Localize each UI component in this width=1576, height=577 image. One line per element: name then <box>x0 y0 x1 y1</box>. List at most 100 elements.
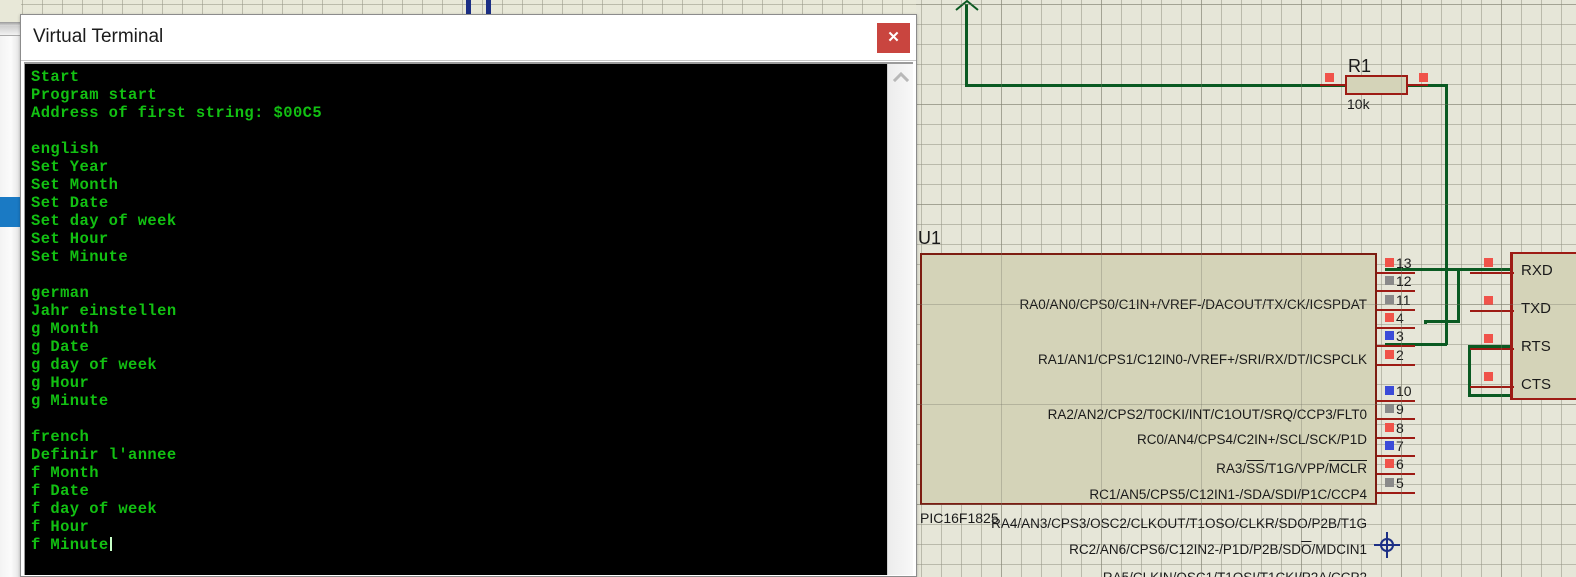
pin-number-10: 10 <box>1396 383 1412 399</box>
resistor-r1-right-lead <box>1408 84 1428 86</box>
left-dock-header <box>0 0 21 22</box>
terminal-line: Program start <box>31 86 158 104</box>
terminal-frame: Start Program start Address of first strin… <box>24 62 913 575</box>
terminal-line: english <box>31 140 99 158</box>
virtual-terminal-window[interactable]: Virtual Terminal ✕ Start Program start Add… <box>20 14 917 577</box>
terminal-screen[interactable]: Start Program start Address of first strin… <box>25 64 887 575</box>
ic-u1-reference: U1 <box>918 228 942 248</box>
left-dock-selected-item[interactable] <box>0 197 21 227</box>
ic-u1-body[interactable]: RA0/AN0/CPS0/C1IN+/VREF-/DACOUT/TX/CK/IC… <box>920 253 1377 577</box>
terminal-line: g Hour <box>31 374 90 392</box>
connector-label-cts: CTS <box>1521 376 1551 393</box>
connector-pin-marker-txd <box>1484 296 1493 305</box>
terminal-line: f Minute <box>31 536 887 554</box>
left-dock-strip[interactable] <box>0 0 21 577</box>
pin-marker-10 <box>1385 386 1394 395</box>
resistor-r1-reference: R1 <box>1348 56 1372 76</box>
terminal-output: Start Program start Address of first strin… <box>31 68 887 554</box>
virtual-terminal-titlebar[interactable]: Virtual Terminal ✕ <box>21 15 916 61</box>
resistor-r1-body[interactable] <box>1345 75 1408 95</box>
connector-label-rxd: RXD <box>1521 262 1553 279</box>
pin-number-4: 4 <box>1396 310 1404 326</box>
terminal-line: f Date <box>31 482 90 500</box>
connector-lead-rts <box>1470 348 1514 350</box>
pin-marker-13 <box>1385 258 1394 267</box>
pin-label-rc2: RC2/AN6/CPS6/C12IN2-/P1D/P2B/SDO/MDCIN1 <box>1069 541 1367 557</box>
terminal-line: Definir l'annee <box>31 446 177 464</box>
chevron-up-icon[interactable] <box>888 64 914 90</box>
terminal-line: Set Date <box>31 194 109 212</box>
pin-number-12: 12 <box>1396 273 1412 289</box>
pin-marker-7 <box>1385 441 1394 450</box>
wire-pin13-branch <box>1457 268 1460 322</box>
pin-label-ra1: RA1/AN1/CPS1/C12IN0-/VREF+/SRI/RX/DT/ICS… <box>1038 352 1367 368</box>
terminal-line: Address of first string: $00C5 <box>31 104 323 122</box>
terminal-line: Jahr einstellen <box>31 302 177 320</box>
pin-lead-5 <box>1377 492 1415 494</box>
pin-label-rc1: RC1/AN5/CPS5/C12IN1-/SDA/SDI/P1C/CCP4 <box>1089 487 1367 503</box>
pin-number-7: 7 <box>1396 438 1404 454</box>
pin-number-9: 9 <box>1396 401 1404 417</box>
terminal-line: f Month <box>31 464 99 482</box>
pin-number-8: 8 <box>1396 420 1404 436</box>
wire-pin4-branch <box>1424 320 1460 323</box>
terminal-line: german <box>31 284 90 302</box>
pin-marker-2 <box>1385 350 1394 359</box>
pin-marker-5 <box>1385 478 1394 487</box>
wire-cts-horizontal <box>1468 394 1516 397</box>
connector-label-txd: TXD <box>1521 300 1551 317</box>
pin-marker-4 <box>1385 313 1394 322</box>
pin-label-rc0: RC0/AN4/CPS4/C2IN+/SCL/SCK/P1D <box>1137 432 1367 448</box>
wire-vcc-vertical <box>965 4 968 86</box>
connector-pin-marker-rxd <box>1484 258 1493 267</box>
terminal-cursor <box>109 537 112 551</box>
terminal-line: french <box>31 428 90 446</box>
terminal-line: Set Month <box>31 176 119 194</box>
resistor-r1-left-lead <box>1320 84 1346 86</box>
terminal-line: g Minute <box>31 392 109 410</box>
terminal-line: g Month <box>31 320 99 338</box>
resistor-r1-value: 10k <box>1347 96 1370 112</box>
pin-number-11: 11 <box>1396 292 1411 308</box>
connector-pin-marker-rts <box>1484 334 1493 343</box>
pin-marker-9 <box>1385 404 1394 413</box>
terminal-line: g day of week <box>31 356 158 374</box>
window-title: Virtual Terminal <box>33 26 164 47</box>
connector-lead-cts <box>1470 386 1514 388</box>
resistor-r1-pin2-marker <box>1419 73 1428 82</box>
wire-vcc-to-r1 <box>965 84 1347 87</box>
ic-u1-port-c-labels: RC0/AN4/CPS4/C2IN+/SCL/SCK/P1D RC1/AN5/C… <box>1047 395 1367 577</box>
app-root: R1 10k U1 RA0/AN0/CPS0/C1IN+/VREF-/DACOU… <box>0 0 1576 577</box>
close-icon[interactable]: ✕ <box>877 23 910 53</box>
connector-label-rts: RTS <box>1521 338 1551 355</box>
pin-marker-8 <box>1385 423 1394 432</box>
left-dock-tab[interactable] <box>0 26 21 36</box>
wire-rts-vertical <box>1468 345 1471 397</box>
pin-number-5: 5 <box>1396 475 1404 491</box>
pin-marker-6 <box>1385 459 1394 468</box>
terminal-line: Set Minute <box>31 248 129 266</box>
ic-u1-part-number: PIC16F1825 <box>920 510 999 526</box>
pin-marker-11 <box>1385 295 1394 304</box>
terminal-line: f Hour <box>31 518 90 536</box>
pin-number-2: 2 <box>1396 347 1404 363</box>
wire-pin4-vertical <box>1424 320 1427 324</box>
pin-number-6: 6 <box>1396 456 1404 472</box>
crosshair-cursor-icon <box>1374 532 1400 558</box>
resistor-r1-pin1-marker <box>1325 73 1334 82</box>
connector-lead-txd <box>1470 310 1514 312</box>
pin-marker-12 <box>1385 276 1394 285</box>
pin-marker-3 <box>1385 331 1394 340</box>
terminal-line: f day of week <box>31 500 158 518</box>
pin-number-13: 13 <box>1396 255 1412 271</box>
pin-lead-2 <box>1377 364 1415 366</box>
terminal-scrollbar[interactable] <box>887 64 913 575</box>
connector-pin-marker-cts <box>1484 372 1493 381</box>
connector-lead-rxd <box>1470 272 1514 274</box>
terminal-line: Set day of week <box>31 212 177 230</box>
terminal-line: g Date <box>31 338 90 356</box>
pin-number-3: 3 <box>1396 328 1404 344</box>
